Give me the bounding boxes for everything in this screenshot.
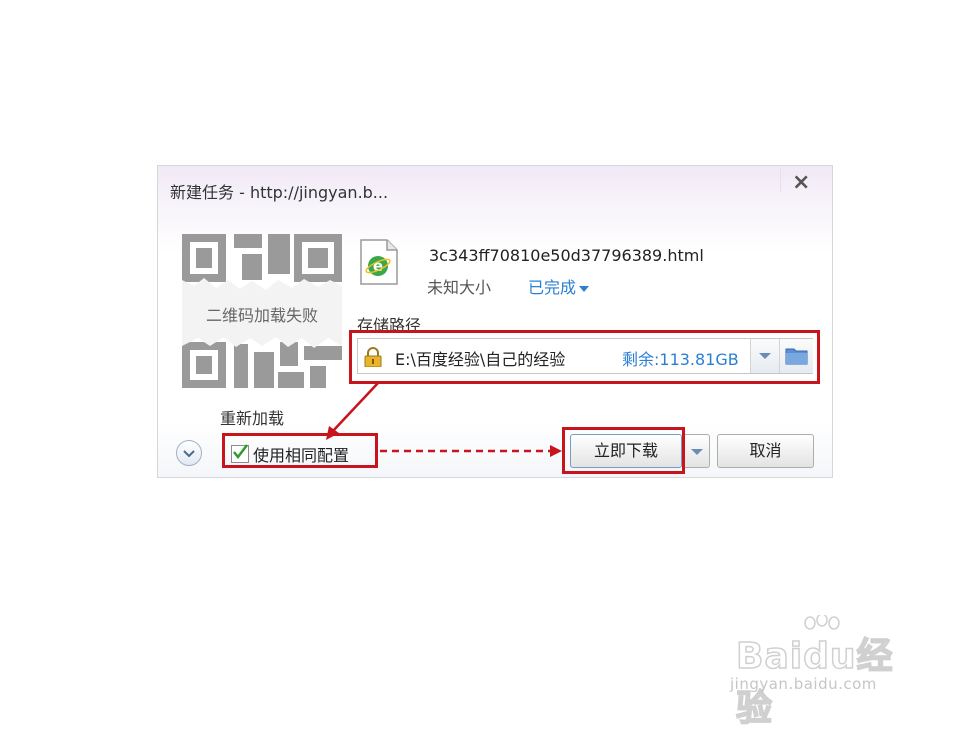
arrow-path-to-checkbox (331, 382, 379, 433)
arrow-head-icon (550, 445, 562, 457)
baidu-jingyan-watermark: Baidu经验 jingyan.baidu.com (730, 615, 920, 730)
watermark-url: jingyan.baidu.com (730, 675, 877, 693)
annotation-arrows (326, 382, 562, 457)
